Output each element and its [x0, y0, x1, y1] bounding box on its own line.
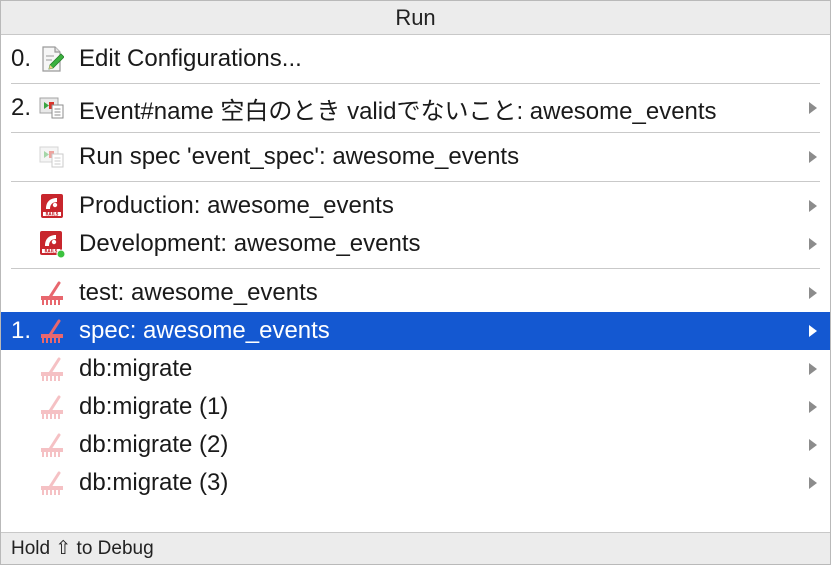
popup-title: Run [1, 1, 830, 35]
menu-item-development[interactable]: RAILS Development: awesome_events [11, 225, 820, 263]
menu-item-label: db:migrate (1) [79, 393, 229, 420]
rake-faded-icon [39, 394, 65, 420]
menu-item-label: Development: awesome_events [79, 230, 421, 257]
group-recent-rspec: 2. Event#name 空白のとき validでないこと: awesome_… [11, 84, 820, 133]
menu-item-production[interactable]: RAILS Production: awesome_events [11, 187, 820, 225]
menu-item-event-name-spec[interactable]: 2. Event#name 空白のとき validでないこと: awesome_… [11, 89, 820, 127]
rails-icon: RAILS [39, 193, 65, 219]
group-rake: test: awesome_events 1. spec: awesome_ev… [1, 269, 830, 502]
menu-item-label: db:migrate [79, 355, 193, 382]
configuration-list: 0. Edit Configurations... 2. Event#name … [1, 35, 830, 502]
menu-item-label: test: awesome_events [79, 279, 318, 306]
submenu-arrow-icon [804, 286, 818, 300]
rails-running-icon: RAILS [39, 231, 65, 258]
menu-item-label: db:migrate (3) [79, 469, 229, 496]
mnemonic: 1. [11, 317, 32, 344]
menu-item-rake-test[interactable]: test: awesome_events [11, 274, 820, 312]
rspec-temp-config-icon [39, 144, 65, 170]
menu-item-run-spec-event-spec[interactable]: Run spec 'event_spec': awesome_events [11, 138, 820, 176]
group-temp-spec: Run spec 'event_spec': awesome_events [11, 133, 820, 182]
rake-icon [39, 280, 65, 306]
mnemonic: 2. [11, 94, 32, 121]
svg-text:RAILS: RAILS [45, 212, 58, 217]
rspec-config-icon [39, 95, 65, 121]
menu-item-rake-spec[interactable]: 1. spec: awesome_events [1, 312, 830, 350]
rake-faded-icon [39, 470, 65, 496]
footer-hint: Hold ⇧ to Debug [1, 532, 830, 564]
submenu-arrow-icon [804, 476, 818, 490]
submenu-arrow-icon [804, 101, 818, 115]
submenu-arrow-icon [804, 438, 818, 452]
menu-item-label: Run spec 'event_spec': awesome_events [79, 143, 520, 170]
run-popup: Run 0. Edit Configurations... 2. Event#n… [0, 0, 831, 565]
submenu-arrow-icon [804, 400, 818, 414]
edit-configurations-icon [39, 46, 65, 72]
submenu-arrow-icon [804, 150, 818, 164]
menu-item-db-migrate[interactable]: db:migrate [11, 350, 820, 388]
submenu-arrow-icon [804, 362, 818, 376]
svg-text:RAILS: RAILS [44, 249, 57, 254]
menu-item-db-migrate-1[interactable]: db:migrate (1) [11, 388, 820, 426]
menu-item-label: Production: awesome_events [79, 192, 394, 219]
menu-item-label: Event#name 空白のとき validでないこと: awesome_eve… [79, 97, 717, 125]
mnemonic: 0. [11, 45, 32, 72]
submenu-arrow-icon [804, 199, 818, 213]
group-edit: 0. Edit Configurations... [11, 35, 820, 84]
menu-item-db-migrate-3[interactable]: db:migrate (3) [11, 464, 820, 502]
menu-item-edit-configurations[interactable]: 0. Edit Configurations... [11, 40, 820, 78]
rake-faded-icon [39, 432, 65, 458]
menu-item-label: db:migrate (2) [79, 431, 229, 458]
rake-faded-icon [39, 356, 65, 382]
menu-item-label: spec: awesome_events [79, 317, 330, 344]
menu-item-label: Edit Configurations... [79, 45, 302, 72]
submenu-arrow-icon [804, 324, 818, 338]
rake-icon [39, 318, 65, 344]
menu-item-db-migrate-2[interactable]: db:migrate (2) [11, 426, 820, 464]
group-rails: RAILS Production: awesome_events RAILS D… [11, 182, 820, 269]
submenu-arrow-icon [804, 237, 818, 251]
